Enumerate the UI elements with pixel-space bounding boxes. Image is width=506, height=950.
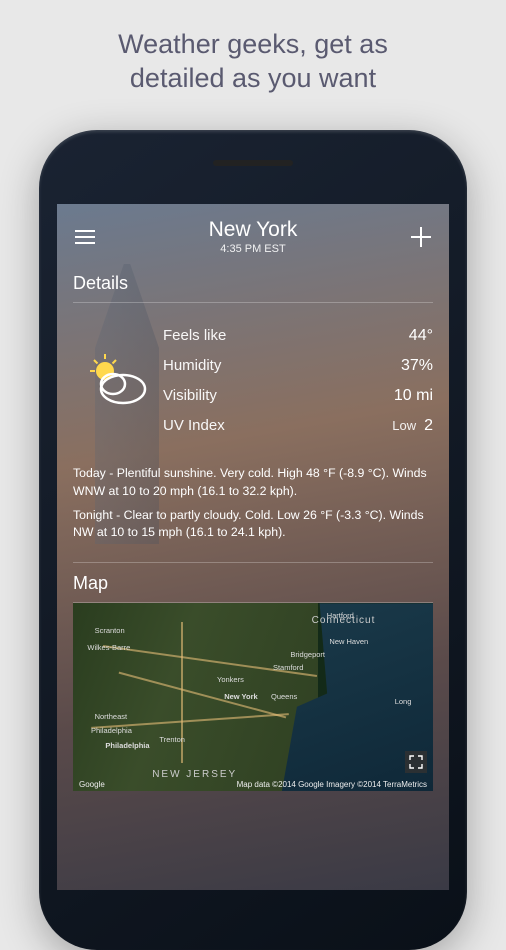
map-city-label: Queens — [271, 692, 297, 701]
detail-rows: Feels like 44° Humidity 37% Visibility 1… — [163, 321, 433, 441]
app-screen: New York 4:35 PM EST Details — [57, 204, 449, 890]
detail-value: Low 2 — [392, 417, 433, 435]
local-time: 4:35 PM EST — [209, 243, 298, 255]
menu-button[interactable] — [73, 225, 97, 249]
detail-value: 10 mi — [394, 387, 433, 405]
uv-text: Low — [392, 418, 416, 433]
detail-label: Visibility — [163, 387, 217, 405]
partly-cloudy-icon — [83, 351, 153, 411]
map-state-label: NEW JERSEY — [152, 769, 237, 780]
map-city-label: New York — [224, 692, 258, 701]
details-grid: Feels like 44° Humidity 37% Visibility 1… — [57, 303, 449, 455]
promo-headline: Weather geeks, get as detailed as you wa… — [0, 0, 506, 112]
detail-value: 37% — [401, 357, 433, 375]
detail-row-visibility: Visibility 10 mi — [163, 381, 433, 411]
header-title-area[interactable]: New York 4:35 PM EST — [209, 218, 298, 255]
map-city-label: Northeast — [95, 712, 128, 721]
map-city-label: Wilkes-Barre — [87, 643, 130, 652]
forecast-text: Today - Plentiful sunshine. Very cold. H… — [57, 455, 449, 562]
map-expand-button[interactable] — [405, 751, 427, 773]
forecast-today: Today - Plentiful sunshine. Very cold. H… — [73, 465, 433, 501]
map-copyright: Map data ©2014 Google Imagery ©2014 Terr… — [237, 780, 427, 789]
uv-number: 2 — [424, 417, 433, 435]
map-city-label: Philadelphia — [91, 726, 132, 735]
detail-row-feels-like: Feels like 44° — [163, 321, 433, 351]
promo-line1: Weather geeks, get as — [118, 29, 388, 59]
map-heading: Map — [57, 563, 449, 602]
map-city-label: Stamford — [273, 663, 303, 672]
map-city-label: Hartford — [327, 611, 354, 620]
weather-map[interactable]: Connecticut NEW JERSEY Scranton Wilkes-B… — [73, 603, 433, 791]
map-attribution: Google Map data ©2014 Google Imagery ©20… — [73, 780, 433, 789]
map-city-label: Yonkers — [217, 675, 244, 684]
details-heading: Details — [57, 263, 449, 302]
detail-row-uv: UV Index Low 2 — [163, 411, 433, 441]
detail-value: 44° — [409, 327, 433, 345]
add-location-button[interactable] — [409, 225, 433, 249]
expand-icon — [409, 755, 423, 769]
plus-icon — [411, 227, 431, 247]
phone-frame: New York 4:35 PM EST Details — [39, 130, 467, 950]
forecast-tonight: Tonight - Clear to partly cloudy. Cold. … — [73, 507, 433, 543]
city-name: New York — [209, 218, 298, 242]
detail-label: UV Index — [163, 417, 225, 435]
weather-condition-icon — [73, 321, 163, 441]
hamburger-icon — [75, 236, 95, 238]
detail-label: Feels like — [163, 327, 226, 345]
map-city-label: Scranton — [95, 626, 125, 635]
promo-line2: detailed as you want — [130, 63, 376, 93]
detail-row-humidity: Humidity 37% — [163, 351, 433, 381]
map-city-label: Philadelphia — [105, 741, 149, 750]
map-city-label: Trenton — [159, 735, 185, 744]
map-provider: Google — [79, 780, 105, 789]
map-container: Connecticut NEW JERSEY Scranton Wilkes-B… — [57, 603, 449, 791]
app-header: New York 4:35 PM EST — [57, 204, 449, 263]
detail-label: Humidity — [163, 357, 221, 375]
map-city-label: Long — [395, 697, 412, 706]
map-city-label: Bridgeport — [290, 650, 325, 659]
map-city-label: New Haven — [329, 637, 368, 646]
